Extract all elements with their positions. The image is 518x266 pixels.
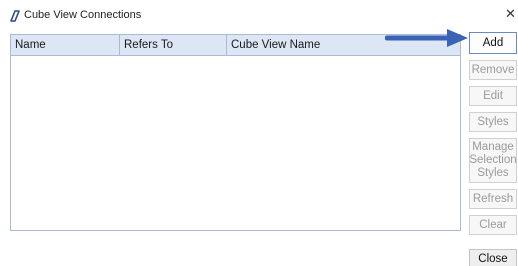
close-button[interactable]: Close [469, 249, 517, 266]
column-header-name[interactable]: Name [11, 35, 119, 56]
manage-label-line3: Styles [477, 167, 509, 179]
manage-label-line2: Selection [469, 154, 517, 166]
remove-button[interactable]: Remove [469, 60, 517, 80]
window-title: Cube View Connections [24, 9, 142, 21]
column-header-refers-to[interactable]: Refers To [120, 35, 226, 56]
arrow-right-icon [385, 29, 468, 47]
connections-grid[interactable]: Name Refers To Cube View Name [10, 34, 461, 231]
manage-selection-styles-button[interactable]: Manage Selection Styles [469, 138, 517, 183]
close-icon[interactable]: ✕ [505, 7, 517, 21]
add-button[interactable]: Add [469, 32, 517, 54]
refresh-button[interactable]: Refresh [469, 189, 517, 209]
edit-button[interactable]: Edit [469, 86, 517, 106]
manage-label-line1: Manage [472, 141, 514, 153]
styles-button[interactable]: Styles [469, 112, 517, 132]
title-bar: Cube View Connections ✕ [0, 0, 518, 28]
clear-button[interactable]: Clear [469, 215, 517, 235]
cube-view-app-icon [10, 10, 20, 22]
